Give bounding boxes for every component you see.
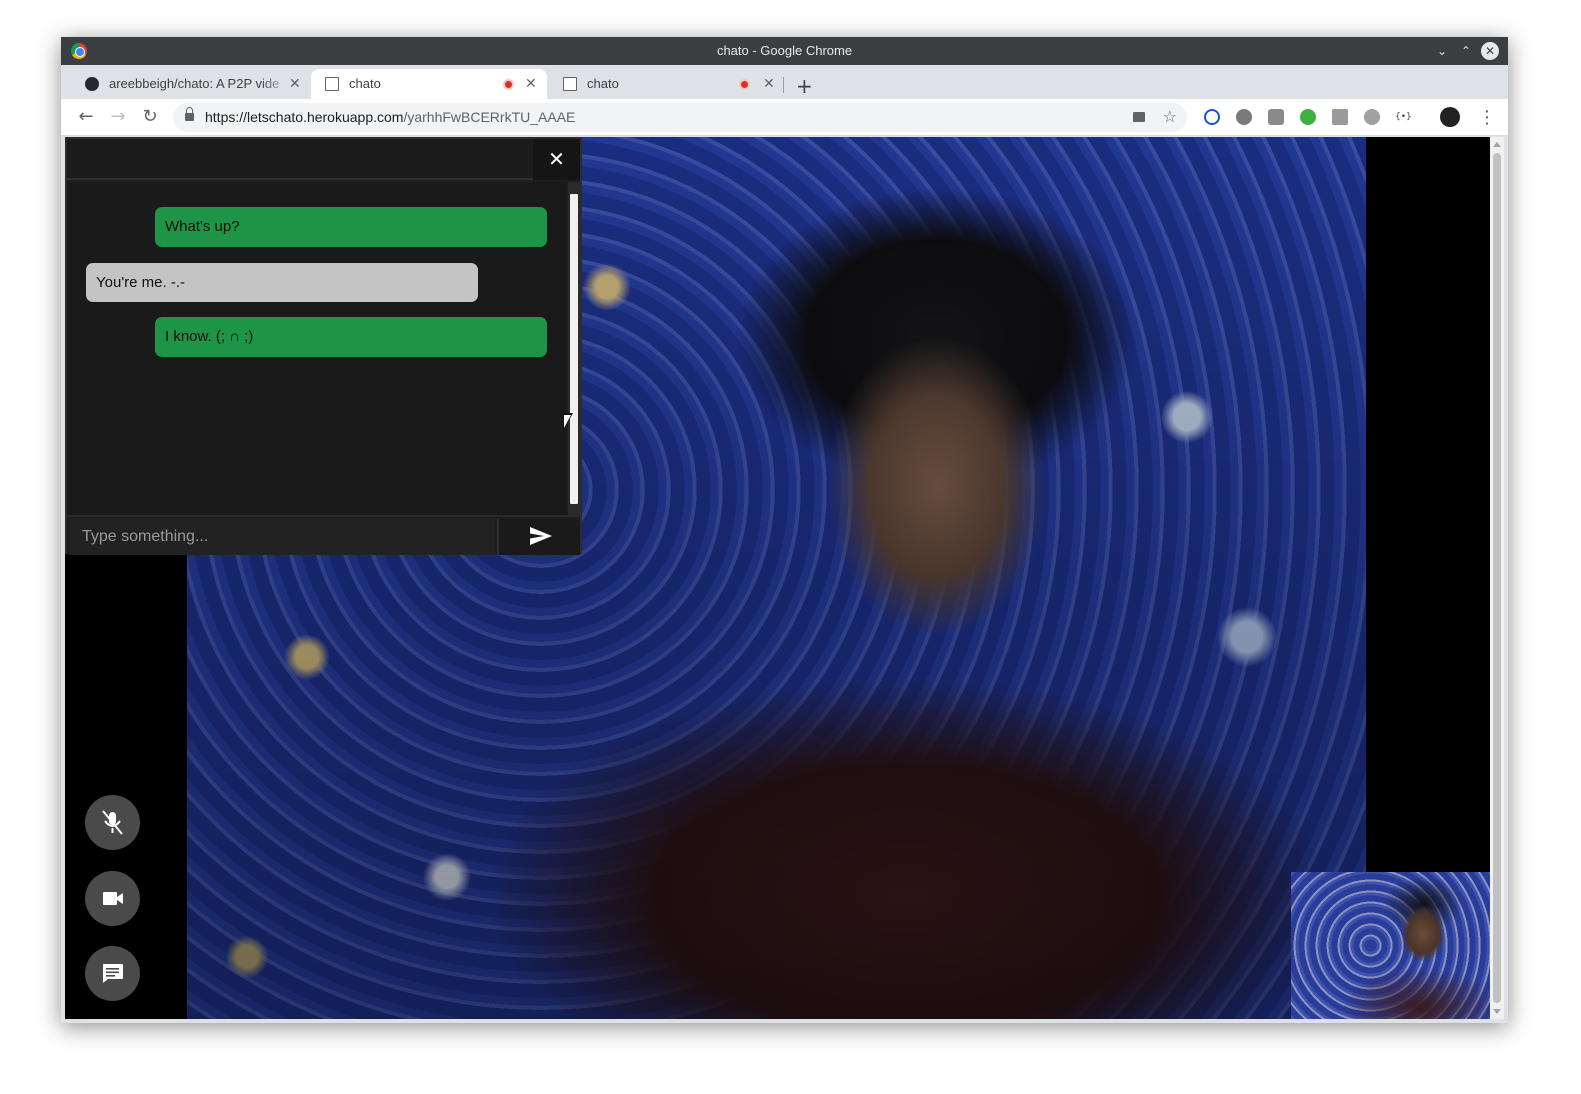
mouse-cursor [563,413,573,431]
tab-strip: areebbeigh/chato: A P2P vide ✕ chato ✕ c… [61,65,1508,99]
new-tab-button[interactable]: + [796,74,813,98]
message-input[interactable] [69,519,495,555]
tab-close-icon[interactable]: ✕ [763,75,775,92]
page-icon [563,77,577,91]
settings-extension-icon[interactable] [1236,109,1252,125]
window-title: chato - Google Chrome [716,43,853,58]
message-sent: I know. (; ∩ ;) [155,317,547,357]
chat-scrollbar[interactable] [568,182,580,515]
mic-off-icon [102,810,123,835]
recording-icon [503,79,514,90]
tab-github[interactable]: areebbeigh/chato: A P2P vide ✕ [71,69,309,99]
message-sent: What's up? [155,207,547,247]
vue-extension-icon[interactable] [1332,109,1348,125]
chat-panel: ✕ What's up? You're me. -.- I know. (; ∩… [65,137,582,555]
github-icon [85,77,99,91]
forward-button[interactable]: → [107,106,129,128]
video-camera-icon [103,892,123,905]
browser-toolbar: ← → ↻ https://letschato.herokuapp.com/ya… [61,99,1508,136]
chat-messages: What's up? You're me. -.- I know. (; ∩ ;… [67,182,567,515]
message-received: You're me. -.- [86,263,478,302]
send-icon [530,527,552,545]
chat-input-row [67,515,580,555]
toggle-camera-button[interactable] [85,871,140,926]
tab-label: chato [587,76,619,91]
close-chat-button[interactable]: ✕ [533,139,580,180]
mute-mic-button[interactable] [85,795,140,850]
tab-close-icon[interactable]: ✕ [289,75,301,92]
json-extension-icon[interactable]: {•} [1395,109,1412,125]
reload-button[interactable]: ↻ [139,106,161,128]
chat-header: ✕ [67,139,580,180]
camera-in-use-icon[interactable] [1133,112,1145,122]
close-window-button[interactable]: ✕ [1481,42,1499,60]
url-text[interactable]: https://letschato.herokuapp.com/yarhhFwB… [205,109,575,125]
page-icon [325,77,339,91]
lock-icon [185,107,194,122]
toggle-chat-button[interactable] [85,946,140,1001]
tab-close-icon[interactable]: ✕ [525,75,537,92]
tab-chato[interactable]: chato ✕ [549,69,781,99]
camera-extension-icon[interactable] [1268,109,1284,125]
local-video-preview [1291,872,1490,1019]
chat-extension-icon[interactable] [1364,109,1380,125]
power-extension-icon[interactable] [1300,109,1316,125]
back-button[interactable]: ← [75,106,97,128]
chat-icon [103,964,123,983]
tab-chato-active[interactable]: chato ✕ [311,69,547,99]
avatar[interactable] [1440,107,1460,127]
maximize-button[interactable]: ⌃ [1457,42,1475,60]
bookmark-star-icon[interactable]: ☆ [1163,107,1177,126]
tab-label: chato [349,76,381,91]
minimize-button[interactable]: ⌄ [1433,42,1451,60]
address-bar[interactable]: https://letschato.herokuapp.com/yarhhFwB… [173,103,1187,132]
send-button[interactable] [497,519,580,555]
browser-window: chato - Google Chrome ⌄ ⌃ ✕ areebbeigh/c… [61,37,1508,1023]
recording-icon [739,79,750,90]
title-bar: chato - Google Chrome ⌄ ⌃ ✕ [61,37,1508,65]
page-scrollbar[interactable] [1490,137,1504,1019]
adblock-extension-icon[interactable] [1204,109,1220,125]
page-viewport: ✕ What's up? You're me. -.- I know. (; ∩… [65,137,1490,1019]
menu-dots-icon[interactable]: ⋮ [1478,107,1496,128]
